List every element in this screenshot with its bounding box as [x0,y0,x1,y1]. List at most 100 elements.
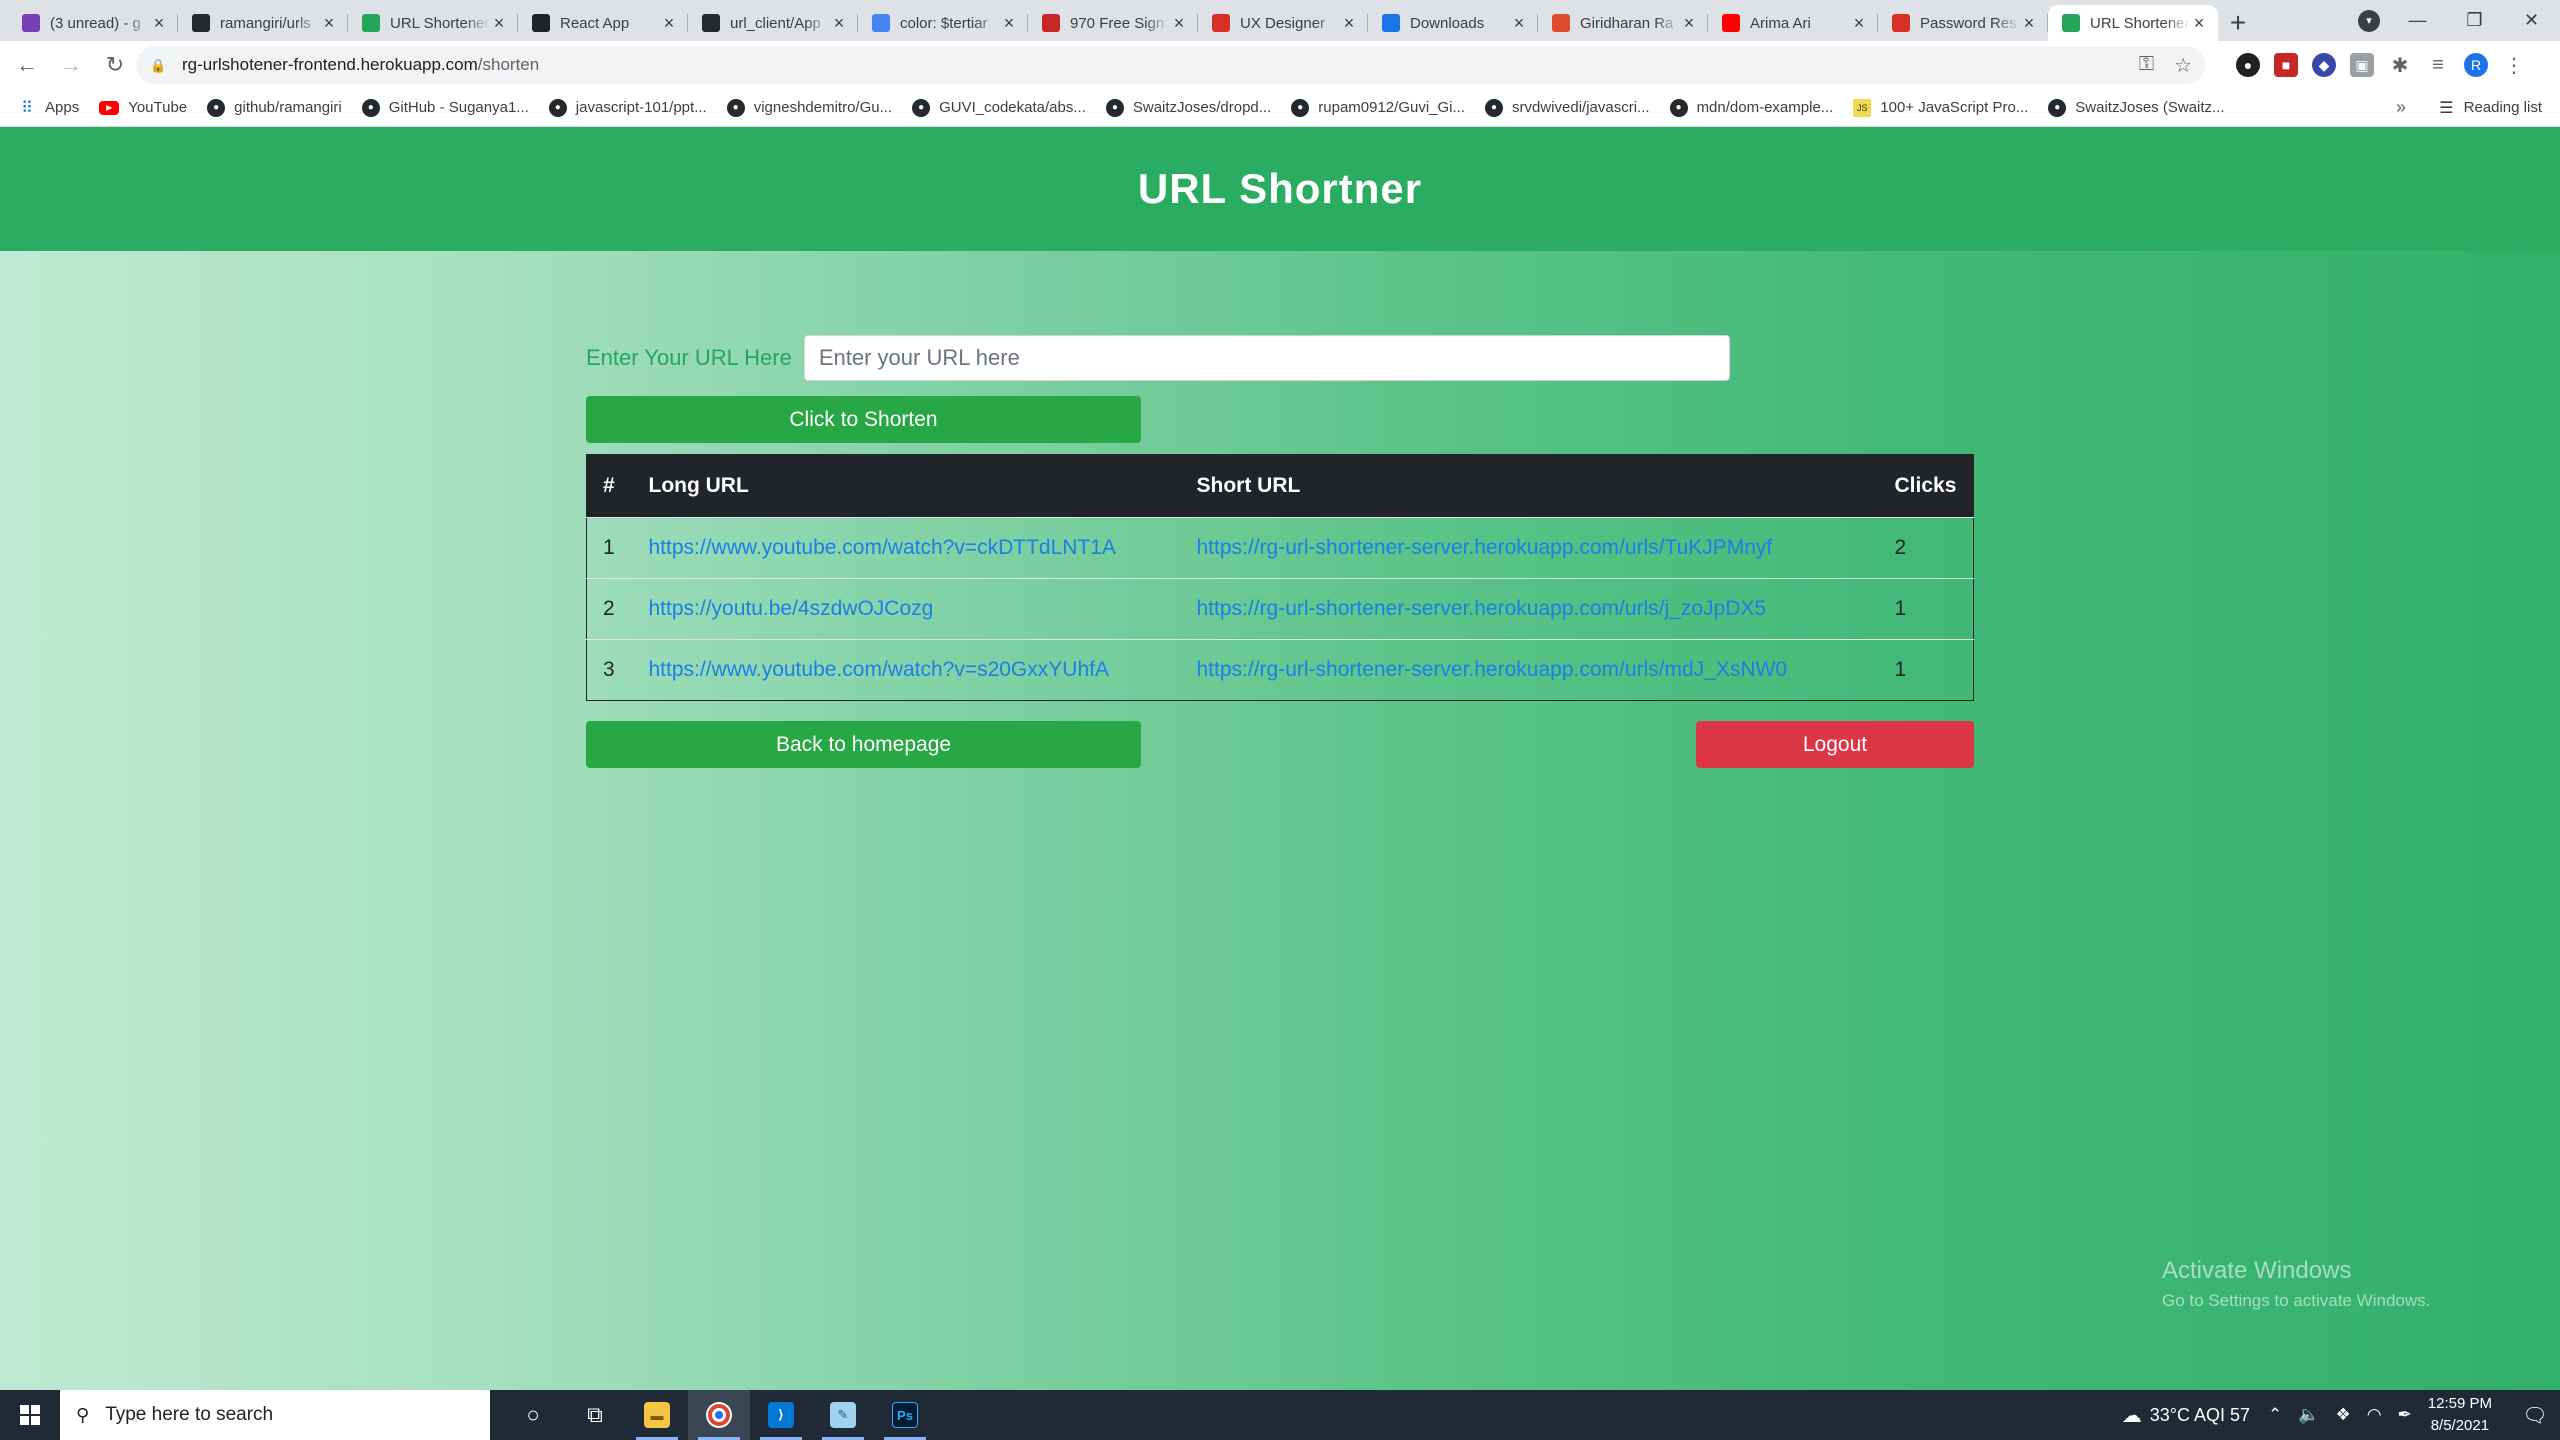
close-window-icon[interactable]: ✕ [2503,10,2560,31]
browser-tab[interactable]: url_client/App × [688,5,858,41]
more-bookmarks-icon[interactable]: » [2396,97,2406,118]
gmail-icon [1212,14,1230,32]
puzzle-extensions-icon[interactable]: ✱ [2388,53,2412,77]
address-bar[interactable]: 🔒 rg-urlshotener-frontend.herokuapp.com /… [136,46,2206,84]
url-input[interactable] [803,335,1730,381]
task-view-icon[interactable]: ⧉ [564,1390,626,1440]
blue-extension-icon[interactable]: ◆ [2312,53,2336,77]
cortana-icon[interactable]: ○ [502,1390,564,1440]
more-menu-icon[interactable]: ⋮ [2502,53,2526,77]
lock-icon[interactable]: 🔒 [150,58,166,73]
notepad-icon[interactable]: ✎ [812,1390,874,1440]
weather-widget[interactable]: ☁ 33°C AQI 57 [2122,1403,2250,1428]
chrome-icon[interactable] [688,1390,750,1440]
key-icon[interactable]: ⚿ [2139,53,2154,78]
github-icon: ● [1485,98,1504,117]
short-url-link[interactable]: https://rg-url-shortener-server.herokuap… [1197,597,1767,620]
tab-close-icon[interactable]: × [1510,13,1528,34]
bookmark-item[interactable]: ● github/ramangiri [207,98,342,117]
volume-icon[interactable]: 🔈 [2298,1405,2319,1425]
bookmark-item[interactable]: ● vigneshdemitro/Gu... [726,98,892,117]
app-title: URL Shortner [1137,165,1423,212]
bookmark-item[interactable]: ● SwaitzJoses/dropd... [1105,98,1271,117]
taskbar-search-box[interactable]: ⚲ Type here to search [60,1390,490,1440]
bookmark-item[interactable]: ● srvdwivedi/javascri... [1485,98,1650,117]
tab-close-icon[interactable]: × [2020,13,2038,34]
grey-extension-icon[interactable]: ▣ [2350,53,2374,77]
browser-tab[interactable]: URL Shortener × [348,5,518,41]
tab-close-icon[interactable]: × [490,13,508,34]
logout-button[interactable]: Logout [1696,721,1974,768]
dropbox-icon[interactable]: ❖ [2335,1405,2350,1425]
record-extension-icon[interactable]: ● [2236,53,2260,77]
bookmark-item[interactable]: ● javascript-101/ppt... [548,98,707,117]
back-icon[interactable]: ← [10,48,44,82]
browser-tab[interactable]: Arima Ari × [1708,5,1878,41]
tab-close-icon[interactable]: × [1680,13,1698,34]
bookmark-item[interactable]: ● GUVI_codekata/abs... [912,98,1086,117]
bookmark-item[interactable]: JS 100+ JavaScript Pro... [1853,98,2028,117]
browser-tab[interactable]: Password Res × [1878,5,2048,41]
tab-close-icon[interactable]: × [320,13,338,34]
bookmark-label: GUVI_codekata/abs... [939,99,1086,116]
bookmark-item[interactable]: ● mdn/dom-example... [1669,98,1833,117]
github-icon [702,14,720,32]
taskbar-apps: ○ ⧉ ▬ ⟩ ✎ Ps [502,1390,936,1440]
browser-tab[interactable]: Downloads × [1368,5,1538,41]
tab-close-icon[interactable]: × [1170,13,1188,34]
profile-avatar-icon[interactable]: R [2464,53,2488,77]
long-url-link[interactable]: https://www.youtube.com/watch?v=ckDTTdLN… [649,536,1116,559]
back-to-homepage-button[interactable]: Back to homepage [586,721,1141,768]
tab-close-icon[interactable]: × [1850,13,1868,34]
red-extension-icon[interactable]: ■ [2274,53,2298,77]
tab-close-icon[interactable]: × [660,13,678,34]
tab-title: Password Res [1920,14,2017,32]
chevron-up-icon[interactable]: ⌃ [2268,1405,2282,1425]
bookmark-star-icon[interactable]: ☆ [2174,53,2192,78]
media-queue-icon[interactable]: ≡ [2426,53,2450,77]
tab-close-icon[interactable]: × [150,13,168,34]
restore-icon[interactable]: ❐ [2446,10,2503,31]
start-button[interactable] [0,1390,60,1440]
notification-icon[interactable]: 🗨 [2510,1403,2560,1428]
forward-icon[interactable]: → [54,48,88,82]
clock[interactable]: 12:59 PM 8/5/2021 [2428,1393,2492,1437]
browser-tab[interactable]: Giridharan Ra × [1538,5,1708,41]
bookmark-item[interactable]: ▶ YouTube [99,99,187,116]
bookmark-item[interactable]: ● rupam0912/Guvi_Gi... [1291,98,1465,117]
browser-tab[interactable]: 970 Free Sign × [1028,5,1198,41]
javascript-icon: JS [1853,98,1872,117]
long-url-link[interactable]: https://youtu.be/4szdwOJCozg [649,597,934,620]
reload-icon[interactable]: ↻ [98,48,132,82]
browser-tab[interactable]: UX Designer × [1198,5,1368,41]
shorten-button[interactable]: Click to Shorten [586,396,1141,443]
vscode-icon[interactable]: ⟩ [750,1390,812,1440]
tab-close-icon[interactable]: × [2190,13,2208,34]
browser-tab[interactable]: color: $tertiar × [858,5,1028,41]
tab-close-icon[interactable]: × [830,13,848,34]
weather-text: 33°C AQI 57 [2149,1404,2251,1425]
photoshop-icon[interactable]: Ps [874,1390,936,1440]
browser-tab[interactable]: URL Shortener × [2048,5,2218,41]
browser-tab[interactable]: ramangiri/urls × [178,5,348,41]
tab-search-icon[interactable]: ▾ [2358,10,2380,32]
short-url-link[interactable]: https://rg-url-shortener-server.herokuap… [1197,536,1773,559]
browser-tab[interactable]: (3 unread) - g × [8,5,178,41]
pen-icon[interactable]: ✒ [2398,1405,2412,1425]
minimize-icon[interactable]: — [2389,10,2446,31]
browser-tab[interactable]: React App × [518,5,688,41]
github-icon: ● [1105,98,1124,117]
reading-list-button[interactable]: ☰ Reading list [2439,98,2542,118]
wifi-icon[interactable]: ◠ [2367,1405,2382,1425]
new-tab-button[interactable]: + [2218,5,2258,41]
file-explorer-icon[interactable]: ▬ [626,1390,688,1440]
bookmark-item[interactable]: ● GitHub - Suganya1... [361,98,529,117]
click-count: 2 [1878,517,1974,579]
short-url-link[interactable]: https://rg-url-shortener-server.herokuap… [1197,658,1788,681]
long-url-link[interactable]: https://www.youtube.com/watch?v=s20GxxYU… [649,658,1109,681]
bookmark-item[interactable]: ⠿ Apps [18,99,79,117]
tab-close-icon[interactable]: × [1340,13,1358,34]
tab-close-icon[interactable]: × [1000,13,1018,34]
bookmark-item[interactable]: ● SwaitzJoses (Swaitz... [2048,98,2225,117]
bookmarks-bar: ⠿ Apps ▶ YouTube ● github/ramangiri ● GitHub - … [0,89,2560,127]
